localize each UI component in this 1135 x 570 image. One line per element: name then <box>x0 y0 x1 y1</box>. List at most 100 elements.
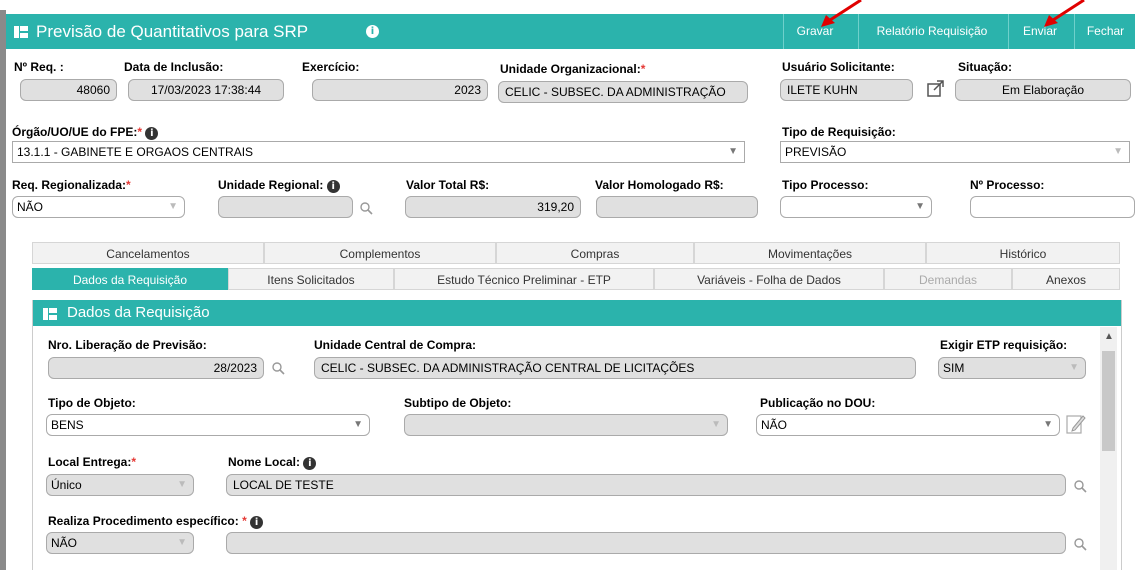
tipo-req-value: PREVISÃO <box>785 145 847 159</box>
info-icon[interactable]: i <box>303 457 317 470</box>
valor-total-label: Valor Total R$: <box>406 178 490 192</box>
panel-icon <box>43 308 57 320</box>
info-icon[interactable]: i <box>326 180 340 193</box>
scrollbar-thumb[interactable] <box>1102 351 1115 451</box>
tipo-objeto-select[interactable]: BENS ▼ <box>46 414 370 436</box>
dropdown-arrow-icon: ▼ <box>168 201 178 212</box>
exercicio-field: 2023 <box>312 79 488 101</box>
dropdown-arrow-icon: ▼ <box>177 537 187 548</box>
dropdown-arrow-icon: ▼ <box>1113 146 1123 157</box>
dropdown-arrow-icon: ▼ <box>711 419 721 430</box>
edit-icon[interactable] <box>1066 413 1086 435</box>
publicacao-dou-select[interactable]: NÃO ▼ <box>756 414 1060 436</box>
annotation-arrow-enviar <box>1044 0 1085 27</box>
tab-demandas[interactable]: Demandas <box>884 268 1012 290</box>
tab-cancelamentos[interactable]: Cancelamentos <box>32 242 264 264</box>
situacao-label: Situação: <box>958 60 1013 74</box>
info-icon[interactable]: i <box>145 127 159 140</box>
tab-estudo-tecnico[interactable]: Estudo Técnico Preliminar - ETP <box>394 268 654 290</box>
relatorio-requisicao-button[interactable]: Relatório Requisição <box>858 14 1005 49</box>
nome-local-label-text: Nome Local: <box>228 455 301 469</box>
nreq-label: Nº Req. : <box>14 60 64 74</box>
unidade-org-label: Unidade Organizacional:* <box>500 62 645 76</box>
top-strip <box>0 0 1135 10</box>
unidade-org-field: CELIC - SUBSEC. DA ADMINISTRAÇÃO <box>498 81 748 103</box>
local-entrega-label-text: Local Entrega: <box>48 455 132 469</box>
exigir-etp-select[interactable]: SIM ▼ <box>938 357 1086 379</box>
usuario-field: ILETE KUHN <box>780 79 913 101</box>
req-regional-value: NÃO <box>17 200 44 214</box>
local-entrega-value: Único <box>51 478 82 492</box>
valor-total-field: 319,20 <box>405 196 581 218</box>
left-shade <box>0 10 6 570</box>
nprocesso-label: Nº Processo: <box>970 178 1045 192</box>
nome-local-field: LOCAL DE TESTE <box>226 474 1066 496</box>
data-inclusao-field: 17/03/2023 17:38:44 <box>128 79 284 101</box>
search-icon[interactable] <box>272 362 285 375</box>
subtipo-objeto-select[interactable]: ▼ <box>404 414 728 436</box>
tab-variaveis-folha[interactable]: Variáveis - Folha de Dados <box>654 268 884 290</box>
search-icon[interactable] <box>360 202 373 215</box>
orgao-value: 13.1.1 - GABINETE E ORGAOS CENTRAIS <box>17 145 254 159</box>
vertical-scrollbar[interactable]: ▲ <box>1100 327 1117 570</box>
panel-icon <box>14 26 28 38</box>
scroll-up-icon[interactable]: ▲ <box>1104 331 1114 342</box>
usuario-label: Usuário Solicitante: <box>782 60 895 74</box>
realiza-proc-label: Realiza Procedimento específico: * i <box>48 514 264 529</box>
publicacao-dou-label: Publicação no DOU: <box>760 396 876 410</box>
required-mark: * <box>640 62 646 76</box>
req-regional-label: Req. Regionalizada:* <box>12 178 131 192</box>
unidade-regional-field <box>218 196 353 218</box>
external-link-icon[interactable] <box>927 79 945 97</box>
tab-historico[interactable]: Histórico <box>926 242 1120 264</box>
orgao-label-text: Órgão/UO/UE do FPE: <box>12 125 138 139</box>
srp-window: Previsão de Quantitativos para SRP i Gra… <box>0 0 1135 570</box>
tab-itens-solicitados[interactable]: Itens Solicitados <box>228 268 394 290</box>
tipo-objeto-label: Tipo de Objeto: <box>48 396 136 410</box>
local-entrega-select[interactable]: Único ▼ <box>46 474 194 496</box>
dropdown-arrow-icon: ▼ <box>728 146 738 157</box>
unidade-regional-label: Unidade Regional: i <box>218 178 340 193</box>
tab-compras[interactable]: Compras <box>496 242 694 264</box>
tab-dados-requisicao[interactable]: Dados da Requisição <box>32 268 228 290</box>
orgao-select[interactable]: 13.1.1 - GABINETE E ORGAOS CENTRAIS ▼ <box>12 141 745 163</box>
exigir-etp-label: Exigir ETP requisição: <box>940 338 1068 352</box>
nro-lib-field: 28/2023 <box>48 357 264 379</box>
title-bar: Previsão de Quantitativos para SRP i Gra… <box>6 14 1135 49</box>
publicacao-dou-value: NÃO <box>761 418 788 432</box>
subtipo-objeto-label: Subtipo de Objeto: <box>404 396 512 410</box>
req-regional-label-text: Req. Regionalizada: <box>12 178 127 192</box>
window-title: Previsão de Quantitativos para SRP <box>36 22 309 41</box>
nome-local-label: Nome Local: i <box>228 455 317 470</box>
realiza-proc-select[interactable]: NÃO ▼ <box>46 532 194 554</box>
dropdown-arrow-icon: ▼ <box>1043 419 1053 430</box>
fechar-label: Fechar <box>1086 24 1125 38</box>
tab-anexos[interactable]: Anexos <box>1012 268 1120 290</box>
tipo-processo-select[interactable]: ▼ <box>780 196 932 218</box>
realiza-proc-field <box>226 532 1066 554</box>
dropdown-arrow-icon: ▼ <box>1069 362 1079 373</box>
local-entrega-label: Local Entrega:* <box>48 455 136 469</box>
tipo-processo-label: Tipo Processo: <box>782 178 869 192</box>
orgao-label: Órgão/UO/UE do FPE:* i <box>12 125 159 140</box>
section-title: Dados da Requisição <box>67 304 210 321</box>
tipo-req-select[interactable]: PREVISÃO ▼ <box>780 141 1130 163</box>
search-icon[interactable] <box>1074 538 1087 551</box>
tab-complementos[interactable]: Complementos <box>264 242 496 264</box>
required-mark: * <box>137 125 143 139</box>
info-icon[interactable]: i <box>366 25 379 38</box>
req-regional-select[interactable]: NÃO ▼ <box>12 196 185 218</box>
nreq-field: 48060 <box>20 79 117 101</box>
nprocesso-field[interactable] <box>970 196 1135 218</box>
situacao-field: Em Elaboração <box>955 79 1131 101</box>
unidade-regional-label-text: Unidade Regional: <box>218 178 324 192</box>
unidade-central-label: Unidade Central de Compra: <box>314 338 477 352</box>
info-icon[interactable]: i <box>250 516 264 529</box>
valor-homologado-field <box>596 196 758 218</box>
realiza-proc-value: NÃO <box>51 536 78 550</box>
exigir-etp-value: SIM <box>943 361 965 375</box>
tab-movimentacoes[interactable]: Movimentações <box>694 242 926 264</box>
search-icon[interactable] <box>1074 480 1087 493</box>
nro-lib-label: Nro. Liberação de Previsão: <box>48 338 207 352</box>
tipo-req-label: Tipo de Requisição: <box>782 125 896 139</box>
